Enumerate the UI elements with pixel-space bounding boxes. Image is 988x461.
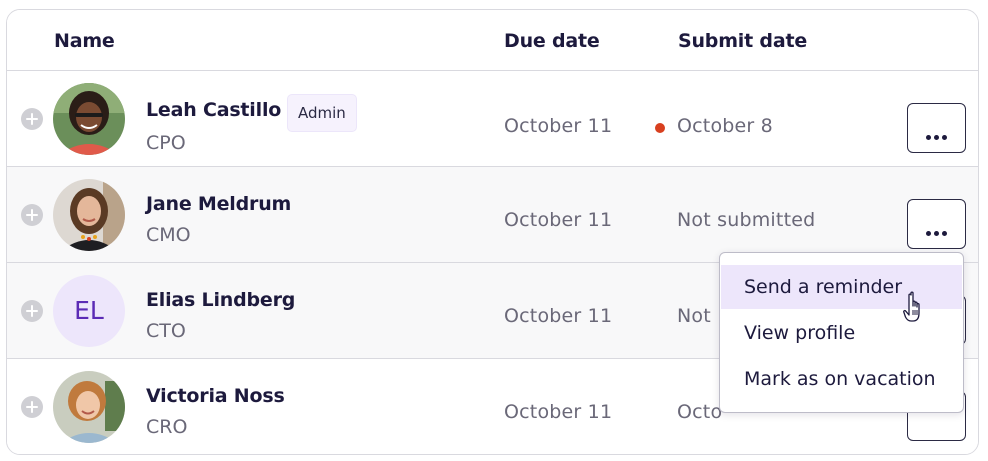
due-date: October 11	[504, 115, 613, 137]
table-header: Name Due date Submit date	[7, 10, 978, 71]
column-header-submit-date[interactable]: Submit date	[678, 30, 807, 52]
table-row[interactable]: Jane Meldrum CMO October 11 Not submitte…	[7, 167, 978, 263]
person-name[interactable]: Jane Meldrum	[146, 193, 291, 215]
person-role: CMO	[146, 224, 191, 246]
admin-badge: Admin	[287, 94, 357, 132]
ellipsis-icon	[925, 125, 949, 144]
person-name[interactable]: Leah Castillo	[146, 99, 281, 121]
plus-circle-icon[interactable]	[21, 300, 43, 322]
late-status-dot-icon	[655, 123, 665, 133]
avatar-photo-leah	[53, 83, 125, 155]
person-name[interactable]: Elias Lindberg	[146, 289, 295, 311]
due-date: October 11	[504, 209, 613, 231]
avatar	[53, 83, 125, 155]
avatar	[53, 371, 125, 443]
plus-circle-icon[interactable]	[21, 108, 43, 130]
hand-pointer-icon	[903, 291, 920, 322]
table-row[interactable]: Leah Castillo Admin CPO October 11 Octob…	[7, 71, 978, 167]
ellipsis-icon	[925, 221, 949, 240]
plus-circle-icon[interactable]	[21, 396, 43, 418]
submit-date: Not submitted	[677, 209, 816, 231]
submit-date: Not	[677, 305, 711, 327]
person-role: CTO	[146, 320, 186, 342]
menu-item-mark-vacation[interactable]: Mark as on vacation	[721, 357, 962, 401]
avatar	[53, 179, 125, 251]
avatar-photo-victoria	[53, 371, 125, 443]
more-actions-button[interactable]	[907, 103, 966, 153]
person-role: CRO	[146, 416, 188, 438]
due-date: October 11	[504, 401, 613, 423]
plus-circle-icon[interactable]	[21, 204, 43, 226]
submit-date: Octo	[677, 401, 723, 423]
submit-date: October 8	[677, 115, 773, 137]
column-header-due-date[interactable]: Due date	[504, 30, 600, 52]
row-actions-menu: Send a reminder View profile Mark as on …	[719, 252, 964, 413]
person-name[interactable]: Victoria Noss	[146, 385, 285, 407]
more-actions-button[interactable]	[907, 199, 966, 249]
avatar-initials: EL	[53, 275, 125, 347]
avatar-photo-jane	[53, 179, 125, 251]
due-date: October 11	[504, 305, 613, 327]
column-header-name[interactable]: Name	[54, 30, 115, 52]
person-role: CPO	[146, 132, 186, 154]
